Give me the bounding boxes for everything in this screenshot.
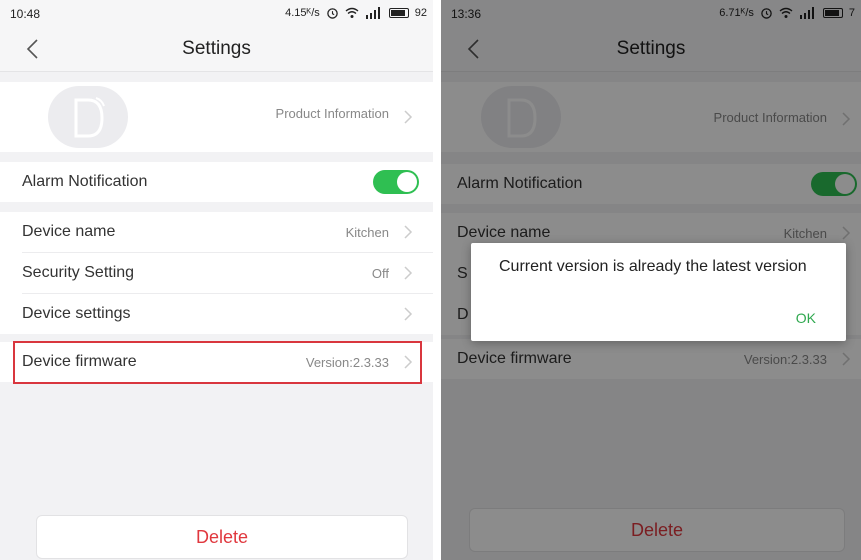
chevron-right-icon bbox=[404, 307, 413, 321]
device-settings-group: Device name Kitchen Security Setting Off… bbox=[0, 212, 433, 334]
right-phone-screen: 13:36 6.71ᴷ/s 7 Settings Product Informa… bbox=[441, 0, 861, 560]
chevron-right-icon bbox=[404, 110, 413, 124]
alarm-clock-icon bbox=[326, 8, 338, 19]
security-setting-row[interactable]: Security Setting Off bbox=[0, 253, 433, 293]
device-settings-row[interactable]: Device settings bbox=[0, 294, 433, 334]
nav-bar: Settings bbox=[0, 28, 433, 72]
product-info-row[interactable]: Product Information bbox=[0, 82, 433, 152]
device-logo-icon bbox=[74, 97, 105, 138]
security-setting-value: Off bbox=[371, 265, 389, 281]
dialog-message: Current version is already the latest ve… bbox=[499, 258, 807, 275]
alarm-notification-row: Alarm Notification bbox=[0, 162, 433, 202]
left-phone-screen: 10:48 4.15ᴷ/s 92 Settings Product Inform… bbox=[0, 0, 433, 560]
device-name-row[interactable]: Device name Kitchen bbox=[0, 212, 433, 252]
device-name-value: Kitchen bbox=[345, 224, 389, 240]
product-information-link: Product Information bbox=[275, 106, 389, 121]
battery-level: 92 bbox=[414, 7, 427, 19]
network-speed: 4.15ᴷ/s bbox=[285, 7, 320, 19]
alarm-notification-label: Alarm Notification bbox=[22, 173, 148, 190]
screen-separator bbox=[433, 0, 441, 560]
page-title: Settings bbox=[182, 38, 251, 59]
battery-icon bbox=[388, 8, 409, 18]
security-setting-label: Security Setting bbox=[22, 264, 135, 281]
firmware-highlight-box bbox=[13, 341, 422, 384]
chevron-right-icon bbox=[404, 225, 413, 239]
chevron-right-icon bbox=[404, 266, 413, 280]
wifi-icon bbox=[345, 7, 359, 18]
signal-icon bbox=[365, 7, 380, 19]
dialog-ok-button[interactable]: OK bbox=[796, 310, 816, 326]
device-settings-label: Device settings bbox=[22, 305, 131, 322]
version-dialog: Current version is already the latest ve… bbox=[471, 243, 846, 341]
device-name-label: Device name bbox=[22, 223, 116, 240]
delete-button[interactable]: Delete bbox=[36, 515, 408, 559]
status-bar: 10:48 4.15ᴷ/s 92 bbox=[0, 0, 433, 28]
device-avatar bbox=[48, 86, 128, 148]
alarm-notification-toggle[interactable] bbox=[373, 170, 419, 194]
status-time: 10:48 bbox=[10, 7, 41, 21]
